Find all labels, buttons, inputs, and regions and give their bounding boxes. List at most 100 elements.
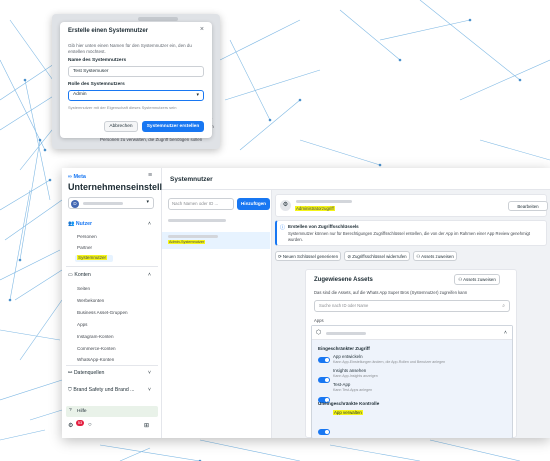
systemnutzer-label: Systemnutzer [77, 255, 108, 260]
assign-icon: ⚇ [458, 277, 463, 282]
konten-label: Konten [74, 272, 91, 278]
app-permissions-panel: ⬡ ˄ Eingeschränkter Zugriff App entwicke… [311, 325, 513, 438]
sidebar-item-business-asset-gruppen[interactable]: Business Asset-Gruppen [77, 310, 128, 315]
system-user-search-input[interactable]: Nach Namen oder ID ... [168, 198, 234, 210]
shield-icon: ⛉ [68, 387, 72, 393]
meta-logo: ∞ Meta [68, 174, 86, 180]
meta-brand-text: Meta [73, 174, 86, 180]
account-avatar: D [71, 199, 79, 208]
add-system-user-button[interactable]: Hinzufügen [237, 198, 270, 210]
chevron-down-icon[interactable]: ˅ [148, 370, 151, 376]
edit-button[interactable]: Bearbeiten [508, 201, 548, 211]
divider [66, 266, 158, 267]
accounts-icon: ▭ [68, 272, 73, 278]
access-token-notice: ⓘ Erstellen von Zugriffsschlüssels Syste… [275, 220, 547, 246]
revoke-token-label: Zugriffsschlüssel widerrufen [352, 254, 407, 259]
sidebar-item-partner[interactable]: Partner [77, 245, 92, 250]
assign-assets-button[interactable]: ⚇ Assets zuweisen [413, 251, 457, 261]
search-icon[interactable]: ○ [88, 422, 92, 428]
app-icon: ⬡ [316, 330, 322, 336]
permission-toggle-develop[interactable] [318, 357, 330, 363]
sidebar-section-nutzer[interactable]: 👥 Nutzer [68, 221, 92, 227]
chevron-down-icon: ▾ [196, 92, 199, 98]
dialog-description: Gib hier unten einen Namen für den Syste… [68, 43, 192, 54]
gear-icon: ⚙ [280, 200, 291, 211]
assets-description: Das sind die Assets, auf die Whats App S… [314, 290, 468, 295]
sidebar-section-datenquellen[interactable]: ⚯ Datenquellen [68, 370, 104, 376]
generate-token-label: Neuen Schlüssel generieren [282, 254, 339, 259]
menu-icon[interactable]: ≡ [148, 172, 152, 179]
revoke-token-button[interactable]: ⊘ Zugriffsschlüssel widerrufen [344, 251, 410, 261]
notification-badge: 53 [76, 420, 84, 426]
sidebar-item-seiten[interactable]: Seiten [77, 286, 90, 291]
perm-test-title: Test-App [333, 382, 351, 387]
assigned-assets-card: Zugewiesene Assets ⚇ Assets zuweisen Das… [305, 269, 517, 438]
app-row[interactable]: ⬡ ˄ [312, 326, 512, 340]
notice-text: Systemnutzer können nur für Berechtigung… [288, 231, 530, 242]
system-user-detail-panel: ⚙ Administratorzugriff Bearbeiten ⓘ Erst… [272, 190, 550, 438]
grid-icon[interactable]: ⊞ [144, 422, 149, 429]
detail-header-card: ⚙ Administratorzugriff Bearbeiten [275, 194, 548, 217]
assets-title: Zugewiesene Assets [314, 277, 373, 283]
permission-toggle-manage-app[interactable] [318, 429, 330, 435]
create-system-user-dialog: Erstelle einen Systemnutzer × Gib hier u… [60, 22, 212, 138]
refresh-icon: ⟳ [277, 254, 282, 259]
content-header: Systemnutzer [162, 168, 550, 190]
perm-develop-title: App entwickeln [333, 354, 363, 359]
list-item-redacted[interactable] [168, 218, 228, 223]
system-user-list-panel: Nach Namen oder ID ... Hinzufügen Admin-… [162, 190, 272, 438]
role-select[interactable]: Admin ▾ [68, 90, 204, 101]
sidebar-item-personen[interactable]: Personen [77, 234, 97, 239]
help-label: Hilfe [77, 408, 87, 414]
sidebar-item-systemnutzer[interactable]: Systemnutzer [75, 255, 113, 262]
permission-toggle-insights[interactable] [318, 377, 330, 383]
cancel-button[interactable]: Abbrechen [104, 121, 138, 132]
chevron-up-icon[interactable]: ˄ [504, 330, 507, 336]
chevron-down-icon: ▾ [146, 199, 149, 205]
list-item-name-redacted [168, 219, 226, 222]
sidebar-item-instagram-konten[interactable]: Instagram-Konten [77, 334, 114, 339]
sidebar-help[interactable]: ? Hilfe [66, 406, 158, 417]
users-icon: 👥 [68, 221, 75, 227]
section-title: Systemnutzer [170, 176, 213, 183]
dialog-backdrop-bar [138, 17, 178, 21]
detail-user-name-redacted [296, 200, 352, 203]
sidebar-section-brand-safety[interactable]: ⛉ Brand Safety und Brand ... [68, 387, 135, 394]
perm-insights-sub: Kann App-Insights anzeigen [333, 374, 378, 378]
data-sources-icon: ⚯ [68, 370, 73, 376]
generate-token-button[interactable]: ⟳ Neuen Schlüssel generieren [275, 251, 341, 261]
chevron-down-icon[interactable]: ˅ [148, 387, 151, 393]
account-name-redacted [83, 202, 123, 205]
list-item-selected[interactable]: Admin-Systemnutzer [162, 232, 270, 249]
name-label: Name des Systemnutzers [68, 58, 127, 63]
info-icon: ⓘ [280, 225, 286, 231]
settings-icon[interactable]: ⚙ [68, 422, 73, 429]
brand-safety-label: Brand Safety und Brand ... [73, 387, 135, 393]
perm-develop-sub: Kann App-Einstellungen ändern, die App-R… [333, 360, 446, 364]
meta-infinity-icon: ∞ [68, 174, 72, 180]
system-user-name-input[interactable]: Test Systemuser [68, 66, 204, 77]
chevron-up-icon[interactable]: ˄ [148, 221, 151, 227]
datenquellen-label: Datenquellen [73, 370, 105, 376]
perm-insights-title: Insights ansehen [333, 368, 367, 373]
nutzer-label: Nutzer [75, 221, 93, 227]
close-icon[interactable]: × [200, 26, 204, 33]
assign-icon: ⚇ [416, 254, 421, 259]
revoke-icon: ⊘ [347, 254, 352, 259]
business-account-selector[interactable]: D ▾ [68, 197, 154, 209]
create-system-user-button[interactable]: Systemnutzer erstellen [142, 121, 204, 132]
assets-assign-button[interactable]: ⚇ Assets zuweisen [454, 274, 500, 285]
partial-access-heading: Eingeschränkter Zugriff [318, 346, 370, 351]
chevron-up-icon[interactable]: ˄ [148, 272, 151, 278]
sidebar-item-werbekonten[interactable]: Werbekonten [77, 298, 104, 303]
sidebar-item-commerce-konten[interactable]: Commerce-Konten [77, 346, 116, 351]
notice-title: Erstellen von Zugriffsschlüssels [288, 224, 359, 229]
assets-assign-label: Assets zuweisen [463, 277, 496, 282]
sidebar-section-konten[interactable]: ▭ Konten [68, 272, 91, 278]
help-icon: ? [69, 408, 72, 413]
sidebar-item-whatsapp-konten[interactable]: WhatsApp-Konten [77, 357, 114, 362]
content-area: Systemnutzer Nach Namen oder ID ... Hinz… [162, 168, 550, 438]
full-control-heading: Uneingeschränkte Kontrolle [318, 401, 380, 406]
asset-search-input[interactable]: Suche nach ID oder Name ⌕ [314, 300, 510, 312]
sidebar-item-apps[interactable]: Apps [77, 322, 87, 327]
